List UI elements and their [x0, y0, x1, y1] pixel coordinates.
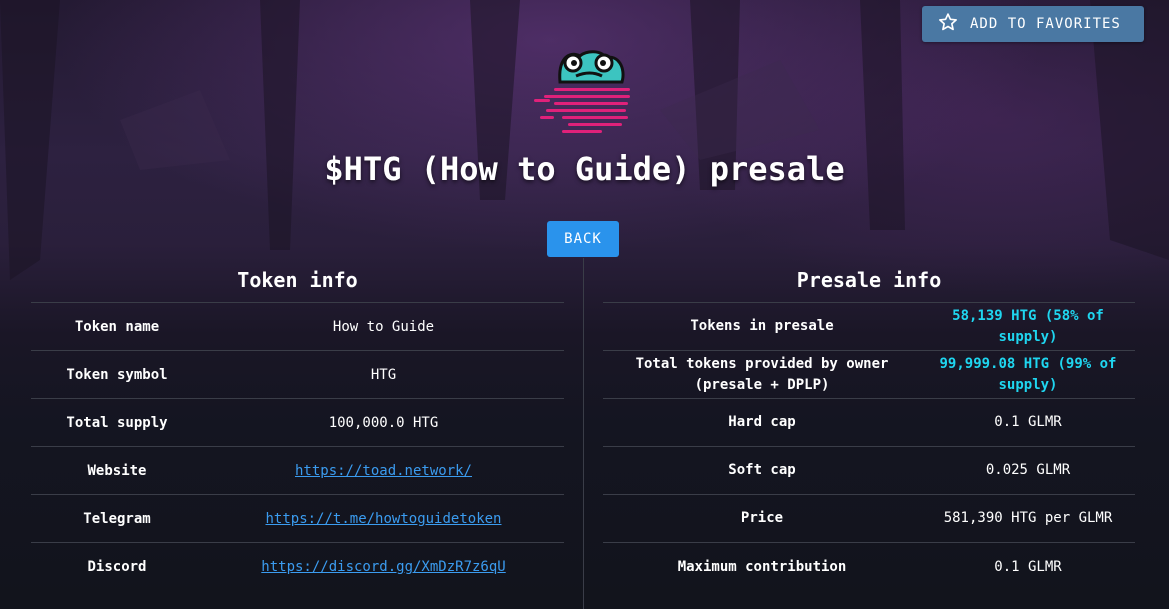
row-label: Soft cap [728, 462, 796, 478]
table-row: Tokens in presale 58,139 HTG (58% of sup… [603, 303, 1135, 351]
row-label: Total tokens provided by owner (presale … [635, 355, 889, 393]
row-value: 581,390 HTG per GLMR [943, 510, 1113, 526]
row-label: Website [87, 462, 147, 479]
row-value: 99,999.08 HTG (99% of supply) [939, 355, 1117, 393]
add-to-favorites-label: ADD TO FAVORITES [970, 16, 1121, 32]
row-value: 0.1 GLMR [994, 414, 1062, 430]
row-value: 100,000.0 HTG [328, 414, 439, 431]
row-label: Token symbol [66, 366, 168, 383]
table-row: Total supply 100,000.0 HTG [31, 399, 564, 447]
table-row: Website https://toad.network/ [31, 447, 564, 495]
star-outline-icon [938, 12, 958, 36]
frog-logo [534, 50, 630, 133]
row-label: Telegram [83, 510, 151, 527]
row-value: How to Guide [332, 318, 435, 335]
column-divider [583, 258, 584, 609]
discord-link[interactable]: https://discord.gg/XmDzR7z6qU [261, 559, 505, 575]
table-row: Hard cap 0.1 GLMR [603, 399, 1135, 447]
telegram-link[interactable]: https://t.me/howtoguidetoken [265, 511, 501, 527]
presale-info-panel: Presale info Tokens in presale 58,139 HT… [603, 258, 1135, 591]
row-value: 0.025 GLMR [985, 462, 1071, 478]
row-value: 58,139 HTG (58% of supply) [952, 307, 1104, 345]
row-value: HTG [370, 366, 397, 383]
row-label: Discord [87, 559, 147, 575]
row-label: Token name [74, 318, 160, 335]
add-to-favorites-button[interactable]: ADD TO FAVORITES [922, 6, 1144, 42]
token-info-panel: Token info Token name How to Guide Token… [31, 258, 564, 591]
table-row: Discord https://discord.gg/XmDzR7z6qU [31, 543, 564, 591]
table-row: Telegram https://t.me/howtoguidetoken [31, 495, 564, 543]
token-info-heading: Token info [31, 258, 564, 303]
back-button[interactable]: BACK [547, 221, 619, 257]
row-label: Tokens in presale [690, 318, 834, 334]
table-row: Soft cap 0.025 GLMR [603, 447, 1135, 495]
page-title: $HTG (How to Guide) presale [324, 150, 845, 188]
table-row: Token symbol HTG [31, 351, 564, 399]
website-link[interactable]: https://toad.network/ [295, 463, 472, 479]
presale-info-heading: Presale info [603, 258, 1135, 303]
row-label: Maximum contribution [677, 558, 847, 575]
row-label: Price [740, 510, 784, 526]
row-value: 0.1 GLMR [994, 558, 1062, 575]
table-row: Maximum contribution 0.1 GLMR [603, 543, 1135, 591]
row-label: Total supply [66, 414, 168, 431]
row-label: Hard cap [728, 414, 796, 430]
table-row: Price 581,390 HTG per GLMR [603, 495, 1135, 543]
table-row: Total tokens provided by owner (presale … [603, 351, 1135, 399]
table-row: Token name How to Guide [31, 303, 564, 351]
